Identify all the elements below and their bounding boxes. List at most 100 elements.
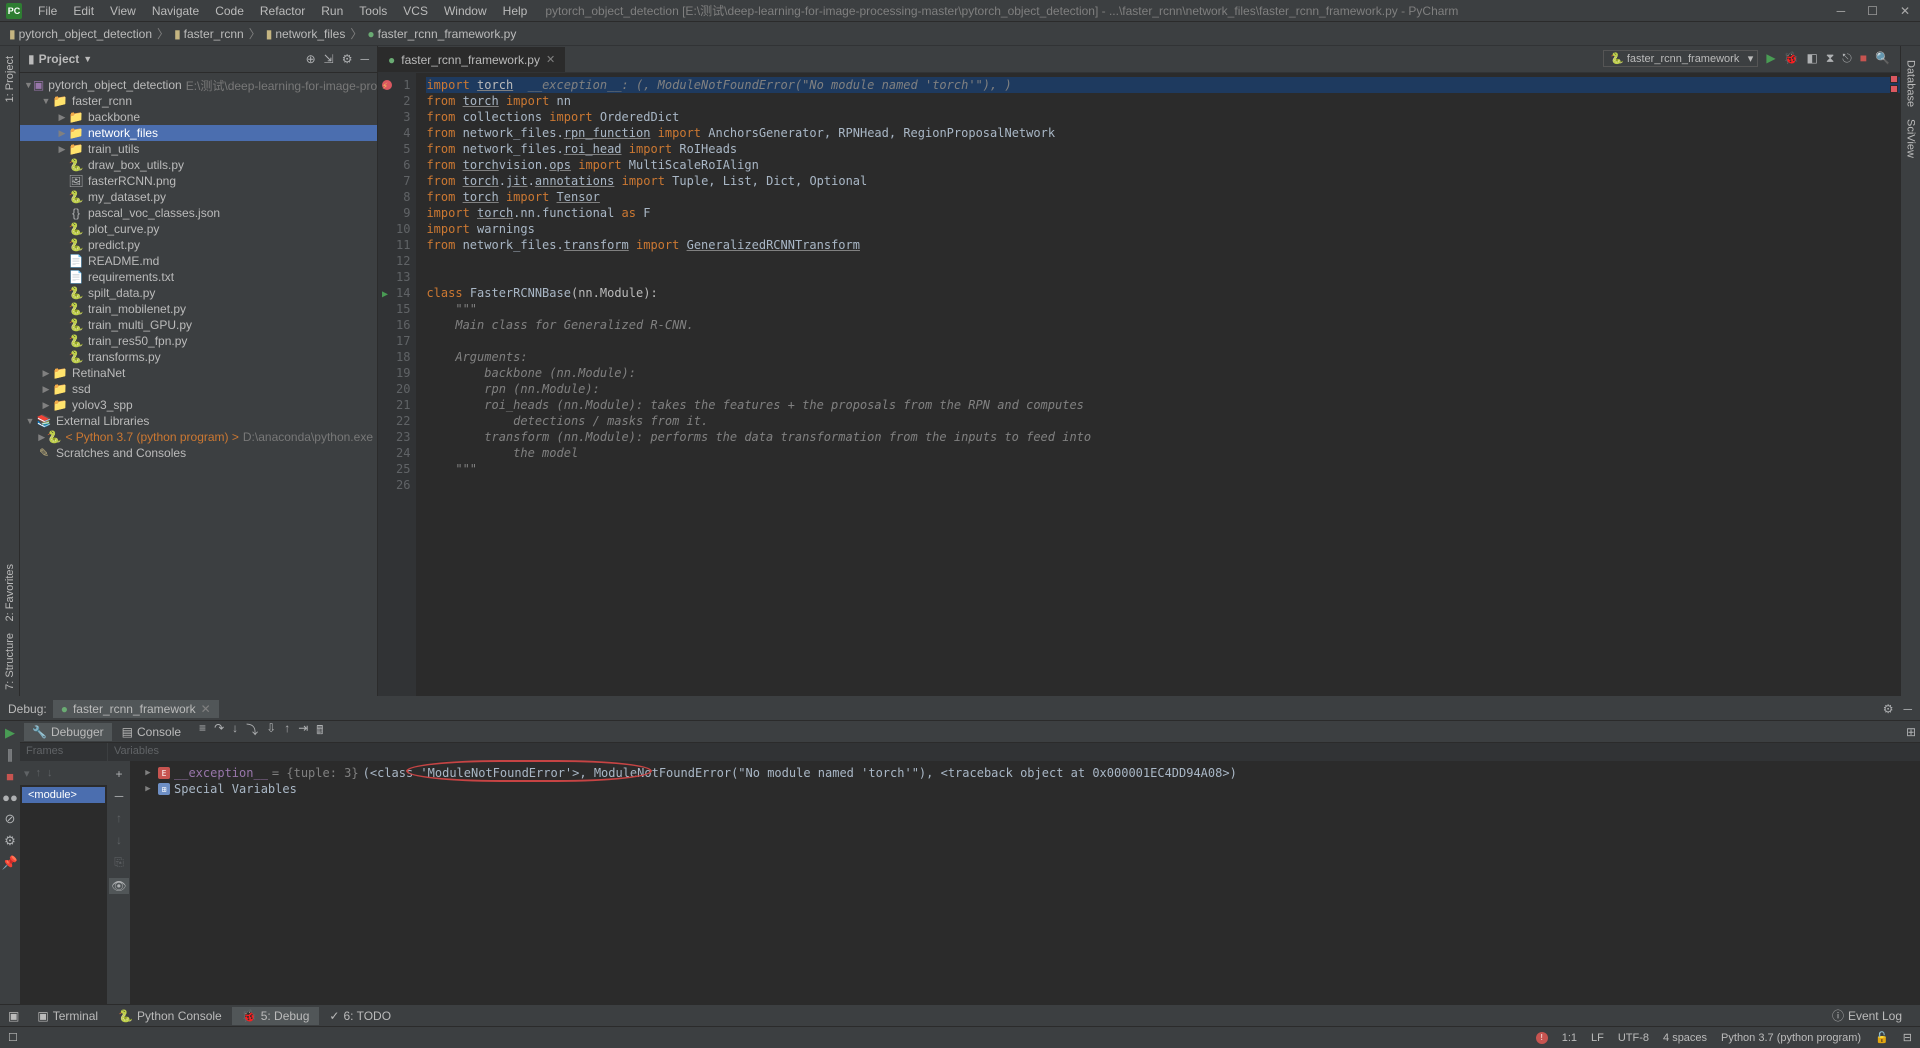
attach-button[interactable]: ⎋ [1842,51,1852,66]
close-tab-icon[interactable]: ✕ [546,53,555,66]
expand-arrow-icon[interactable]: ▶ [142,768,154,778]
code-line[interactable]: class FasterRCNNBase(nn.Module): [426,285,1900,301]
error-marker-icon[interactable] [1890,85,1898,93]
breadcrumb-p2[interactable]: ▮network_files [263,27,349,41]
tool-tab-favorites[interactable]: 2: Favorites [4,558,16,627]
tree-item[interactable]: ▶📁yolov3_spp [20,397,377,413]
line-number[interactable]: 15 [396,301,410,317]
menu-tools[interactable]: Tools [351,2,395,20]
lock-icon[interactable]: 🔓 [1875,1031,1889,1044]
tree-python-interpreter[interactable]: ▶🐍< Python 3.7 (python program) >D:\anac… [20,429,377,445]
tree-item[interactable]: ▶📁ssd [20,381,377,397]
project-dropdown-icon[interactable]: ▮ [28,52,35,66]
line-number[interactable]: 6 [396,157,410,173]
line-number-gutter[interactable]: ⚡12345678910111213▶141516171819202122232… [378,73,416,696]
step-into-my-code-icon[interactable]: ⤵ [246,721,258,742]
step-into-icon[interactable]: ↓ [232,721,238,742]
arrow-icon[interactable]: ▶ [56,112,68,123]
minimize-icon[interactable]: ─ [1833,4,1850,18]
show-execution-point-icon[interactable]: ≡ [199,721,206,742]
editor-tab[interactable]: ● faster_rcnn_framework.py ✕ [378,47,565,72]
arrow-icon[interactable]: ▼ [24,416,36,426]
tree-item[interactable]: 📄README.md [20,253,377,269]
tree-item[interactable]: ▶📁backbone [20,109,377,125]
status-message-icon[interactable]: ☐ [8,1031,18,1044]
line-number[interactable]: 24 [396,445,410,461]
hide-icon[interactable]: ─ [1903,702,1912,716]
code-line[interactable] [426,477,1900,493]
code-area[interactable]: import torch __exception__: (, ModuleNot… [416,73,1900,696]
arrow-icon[interactable]: ▶ [40,400,52,411]
line-number[interactable]: 20 [396,381,410,397]
view-breakpoints-button[interactable]: ●● [2,790,18,805]
line-number[interactable]: 11 [396,237,410,253]
coverage-button[interactable]: ◧ [1807,51,1818,65]
line-number[interactable]: 9 [396,205,410,221]
stop-button[interactable]: ■ [1860,51,1867,65]
force-step-into-icon[interactable]: ⇩ [266,721,276,742]
line-number[interactable]: ▶14 [396,285,410,301]
tree-item[interactable]: ▶📁train_utils [20,141,377,157]
code-line[interactable]: the model [426,445,1900,461]
arrow-icon[interactable]: ▶ [56,144,68,155]
line-number[interactable]: 22 [396,413,410,429]
tree-item[interactable]: 🐍train_mobilenet.py [20,301,377,317]
code-line[interactable]: import torch.nn.functional as F [426,205,1900,221]
menu-navigate[interactable]: Navigate [144,2,207,20]
run-to-cursor-icon[interactable]: ⇥ [298,721,308,742]
menu-vcs[interactable]: VCS [395,2,436,20]
close-icon[interactable]: ✕ [1896,4,1914,18]
arrow-icon[interactable]: ▼ [40,96,52,106]
interpreter-widget[interactable]: Python 3.7 (python program) [1721,1032,1861,1044]
line-number[interactable]: 19 [396,365,410,381]
pin-button[interactable]: 📌 [2,855,18,871]
code-line[interactable]: from network_files.rpn_function import A… [426,125,1900,141]
locate-icon[interactable]: ⊕ [306,52,316,66]
code-line[interactable]: Main class for Generalized R-CNN. [426,317,1900,333]
line-separator[interactable]: LF [1591,1032,1604,1044]
code-line[interactable]: transform (nn.Module): performs the data… [426,429,1900,445]
line-number[interactable]: 5 [396,141,410,157]
expand-arrow-icon[interactable]: ▶ [142,784,154,794]
tree-item[interactable]: 📄requirements.txt [20,269,377,285]
step-out-icon[interactable]: ↑ [284,721,290,742]
line-number[interactable]: 13 [396,269,410,285]
line-number[interactable]: 21 [396,397,410,413]
menu-refactor[interactable]: Refactor [252,2,313,20]
menu-code[interactable]: Code [207,2,252,20]
arrow-icon[interactable]: ▶ [40,368,52,379]
next-frame-icon[interactable]: ↓ [47,767,53,779]
console-tab[interactable]: ▤Console [114,723,189,741]
step-over-icon[interactable]: ↷ [214,721,224,742]
line-number[interactable]: 3 [396,109,410,125]
breadcrumb-file[interactable]: ●faster_rcnn_framework.py [364,27,519,41]
tree-item[interactable]: ▶📁network_files [20,125,377,141]
code-line[interactable]: """ [426,461,1900,477]
tool-tab-python-console[interactable]: 🐍Python Console [108,1007,232,1025]
line-number[interactable]: 18 [396,349,410,365]
project-title[interactable]: Project [39,52,80,66]
code-line[interactable]: from network_files.transform import Gene… [426,237,1900,253]
settings-button[interactable]: ⚙ [4,833,16,849]
variable-row-exception[interactable]: ▶ E __exception__ = {tuple: 3} (<class '… [142,765,1910,781]
menu-edit[interactable]: Edit [65,2,102,20]
profile-button[interactable]: ⧗ [1826,51,1834,66]
tool-tab-event-log[interactable]: ⓘEvent Log [1822,1005,1912,1026]
pause-button[interactable]: ∥ [7,747,14,763]
maximize-icon[interactable]: ☐ [1863,4,1882,18]
tree-item[interactable]: 🐍predict.py [20,237,377,253]
variable-row-special[interactable]: ▶ ⊞ Special Variables [142,781,1910,797]
line-number[interactable]: 4 [396,125,410,141]
line-number[interactable]: 8 [396,189,410,205]
stop-button[interactable]: ■ [6,769,14,784]
line-number[interactable]: 25 [396,461,410,477]
thread-dropdown-icon[interactable]: ▾ [24,767,30,780]
line-number[interactable]: 2 [396,93,410,109]
arrow-icon[interactable]: ▶ [56,128,68,139]
breadcrumb-p1[interactable]: ▮faster_rcnn [171,27,247,41]
tree-item[interactable]: 🐍my_dataset.py [20,189,377,205]
line-number[interactable]: 12 [396,253,410,269]
tool-tab-terminal[interactable]: ▣Terminal [27,1007,108,1025]
problems-widget-icon[interactable]: ! [1536,1032,1548,1044]
search-everywhere-icon[interactable]: 🔍 [1875,51,1890,65]
